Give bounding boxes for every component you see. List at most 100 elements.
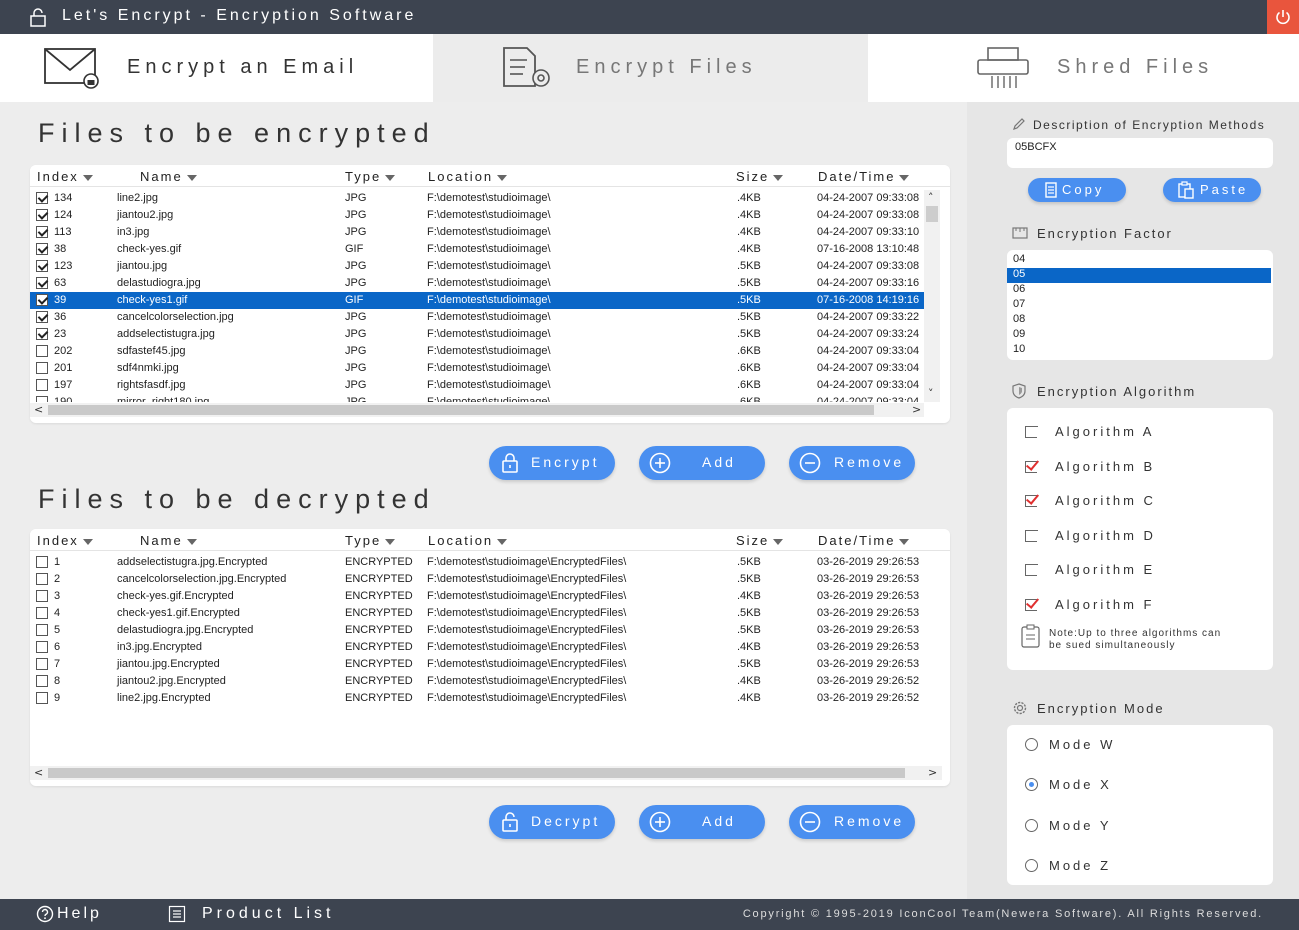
row-checkbox[interactable] — [36, 243, 48, 255]
table-row[interactable]: 2 cancelcolorselection.jpg.Encrypted ENCRY… — [30, 571, 924, 588]
help-link[interactable]: Help — [36, 905, 102, 923]
remove-decrypt-file-button[interactable]: Remove — [789, 805, 915, 839]
table-row[interactable]: 124 jiantou2.jpg JPG F:\demotest\studioimag… — [30, 207, 924, 224]
column-header-name[interactable]: Name — [140, 169, 197, 184]
copy-button[interactable]: Copy — [1028, 178, 1126, 202]
factor-option[interactable]: 04 — [1007, 253, 1271, 268]
table-row[interactable]: 23 addselectistugra.jpg JPG F:\demotest\stu… — [30, 326, 924, 343]
column-header-index[interactable]: Index — [37, 533, 93, 548]
power-button[interactable] — [1267, 0, 1299, 34]
column-header-datetime[interactable]: Date/Time — [818, 533, 910, 548]
table-row[interactable]: 190 mirror_right180.jpg JPG F:\demotest\stu… — [30, 394, 924, 402]
column-header-size[interactable]: Size — [736, 169, 784, 184]
table-row[interactable]: 9 line2.jpg.Encrypted ENCRYPTED F:\demotest… — [30, 690, 924, 707]
column-header-location[interactable]: Location — [428, 169, 508, 184]
scrollbar-thumb[interactable] — [48, 405, 874, 415]
table-row[interactable]: 63 delastudiogra.jpg JPG F:\demotest\studio… — [30, 275, 924, 292]
row-checkbox[interactable] — [36, 607, 48, 619]
row-checkbox[interactable] — [36, 396, 48, 402]
row-checkbox[interactable] — [36, 362, 48, 374]
column-header-location[interactable]: Location — [428, 533, 508, 548]
encrypt-button[interactable]: Encrypt — [489, 446, 615, 480]
column-header-size[interactable]: Size — [736, 533, 784, 548]
factor-option[interactable]: 07 — [1007, 298, 1271, 313]
table-row[interactable]: 7 jiantou.jpg.Encrypted ENCRYPTED F:\demote… — [30, 656, 924, 673]
row-checkbox[interactable] — [36, 556, 48, 568]
scroll-down-arrow-icon[interactable]: ˅ — [928, 388, 934, 400]
algorithm-checkbox[interactable] — [1025, 529, 1038, 542]
table-row[interactable]: 113 in3.jpg JPG F:\demotest\studioimage\ .4K… — [30, 224, 924, 241]
algorithm-checkbox[interactable] — [1025, 460, 1038, 473]
table-row[interactable]: 123 jiantou.jpg JPG F:\demotest\studioimage… — [30, 258, 924, 275]
mode-radio[interactable] — [1025, 818, 1038, 832]
table-row[interactable]: 134 line2.jpg JPG F:\demotest\studioimage\.… — [30, 190, 924, 207]
row-checkbox[interactable] — [36, 573, 48, 585]
row-checkbox[interactable] — [36, 311, 48, 323]
factor-option[interactable]: 08 — [1007, 313, 1271, 328]
tab-shred-files[interactable]: Shred Files — [868, 34, 1299, 102]
table-row[interactable]: 39 check-yes1.gif GIF F:\demotest\studioima… — [30, 292, 924, 309]
mode-radio[interactable] — [1025, 778, 1038, 792]
scroll-up-arrow-icon[interactable]: ˄ — [928, 192, 934, 204]
scroll-left-arrow-icon[interactable]: < — [34, 404, 43, 416]
factor-option[interactable]: 10 — [1007, 343, 1271, 358]
column-header-index[interactable]: Index — [37, 169, 93, 184]
factor-option[interactable]: 06 — [1007, 283, 1271, 298]
row-checkbox[interactable] — [36, 658, 48, 670]
row-checkbox[interactable] — [36, 192, 48, 204]
table-row[interactable]: 8 jiantou2.jpg.Encrypted ENCRYPTED F:\demot… — [30, 673, 924, 690]
row-checkbox[interactable] — [36, 624, 48, 636]
row-checkbox[interactable] — [36, 379, 48, 391]
horizontal-scrollbar[interactable]: < > — [30, 766, 942, 780]
add-decrypt-file-button[interactable]: Add — [639, 805, 765, 839]
scroll-left-arrow-icon[interactable]: < — [34, 767, 43, 779]
algorithm-checkbox[interactable] — [1025, 426, 1038, 438]
vertical-scrollbar[interactable]: ˄ ˅ — [924, 190, 940, 402]
horizontal-scrollbar[interactable]: < > — [30, 403, 924, 417]
tab-encrypt-files[interactable]: Encrypt Files — [433, 34, 868, 102]
row-checkbox[interactable] — [36, 209, 48, 221]
mode-radio[interactable] — [1025, 858, 1038, 872]
decrypt-button[interactable]: Decrypt — [489, 805, 615, 839]
table-row[interactable]: 202 sdfastef45.jpg JPG F:\demotest\studioim… — [30, 343, 924, 360]
add-encrypt-file-button[interactable]: Add — [639, 446, 765, 480]
table-row[interactable]: 201 sdf4nmki.jpg JPG F:\demotest\studioimag… — [30, 360, 924, 377]
scroll-right-arrow-icon[interactable]: > — [912, 404, 921, 416]
scrollbar-thumb[interactable] — [926, 206, 938, 222]
row-checkbox[interactable] — [36, 590, 48, 602]
row-checkbox[interactable] — [36, 226, 48, 238]
column-header-name[interactable]: Name — [140, 533, 197, 548]
table-row[interactable]: 5 delastudiogra.jpg.Encrypted ENCRYPTED F:\… — [30, 622, 924, 639]
algorithm-checkbox[interactable] — [1025, 598, 1038, 611]
table-row[interactable]: 1 addselectistugra.jpg.Encrypted ENCRYPTED… — [30, 554, 924, 571]
algorithm-checkbox[interactable] — [1025, 495, 1038, 507]
table-row[interactable]: 36 cancelcolorselection.jpg JPG F:\demotest… — [30, 309, 924, 326]
row-checkbox[interactable] — [36, 692, 48, 704]
row-checkbox[interactable] — [36, 641, 48, 653]
scrollbar-thumb[interactable] — [48, 768, 905, 778]
table-row[interactable]: 4 check-yes1.gif.Encrypted ENCRYPTED F:\dem… — [30, 605, 924, 622]
paste-button[interactable]: Paste — [1163, 178, 1261, 202]
row-checkbox[interactable] — [36, 345, 48, 357]
scroll-right-arrow-icon[interactable]: > — [928, 767, 937, 779]
factor-option[interactable]: 09 — [1007, 328, 1271, 343]
table-row[interactable]: 197 rightsfasdf.jpg JPG F:\demotest\studioi… — [30, 377, 924, 394]
factor-option[interactable]: 05 — [1007, 268, 1271, 283]
column-header-datetime[interactable]: Date/Time — [818, 169, 910, 184]
remove-encrypt-file-button[interactable]: Remove — [789, 446, 915, 480]
row-checkbox[interactable] — [36, 328, 48, 340]
row-checkbox[interactable] — [36, 294, 48, 306]
table-row[interactable]: 6 in3.jpg.Encrypted ENCRYPTED F:\demotest\s… — [30, 639, 924, 656]
column-header-type[interactable]: Type — [345, 533, 396, 548]
row-checkbox[interactable] — [36, 277, 48, 289]
table-row[interactable]: 38 check-yes.gif GIF F:\demotest\studioimag… — [30, 241, 924, 258]
tab-encrypt-email[interactable]: Encrypt an Email — [0, 34, 433, 102]
algorithm-checkbox[interactable] — [1025, 564, 1038, 576]
description-field[interactable]: 05BCFX — [1007, 138, 1273, 168]
column-header-type[interactable]: Type — [345, 169, 396, 184]
mode-radio[interactable] — [1025, 738, 1038, 751]
factor-listbox[interactable]: 04 05 06 07 08 09 10 — [1007, 250, 1273, 360]
table-row[interactable]: 3 check-yes.gif.Encrypted ENCRYPTED F:\demo… — [30, 588, 924, 605]
row-checkbox[interactable] — [36, 675, 48, 687]
row-checkbox[interactable] — [36, 260, 48, 272]
